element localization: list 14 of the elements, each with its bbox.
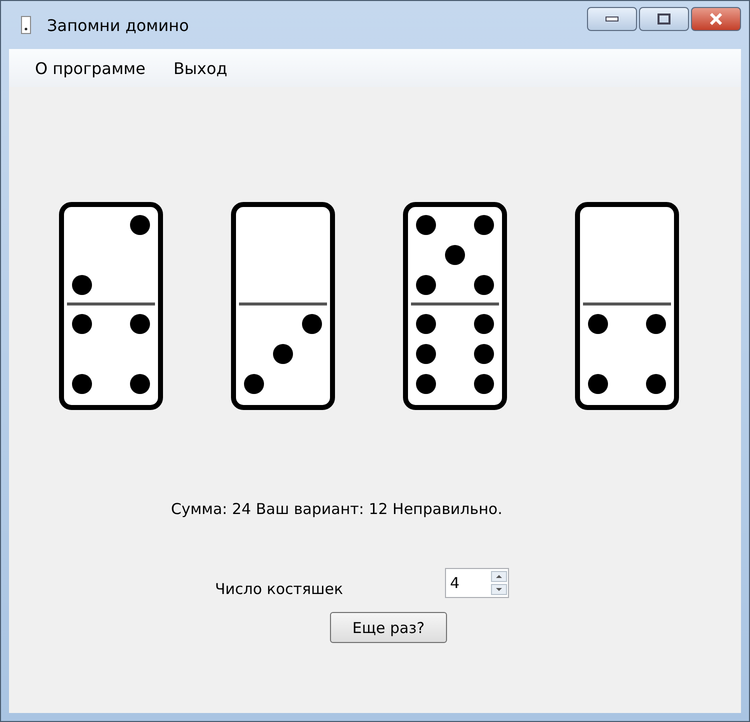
menu-item[interactable]: О программе bbox=[23, 54, 158, 82]
close-icon bbox=[708, 13, 724, 25]
tile-count-spinner[interactable]: 4 bbox=[445, 568, 509, 598]
result-text: Сумма: 24 Ваш вариант: 12 Неправильно. bbox=[171, 500, 504, 518]
menu-item[interactable]: Выход bbox=[161, 54, 240, 82]
app-icon bbox=[21, 16, 31, 34]
maximize-button[interactable] bbox=[639, 7, 689, 31]
window-title: Запомни домино bbox=[47, 16, 189, 34]
minimize-icon bbox=[605, 16, 619, 22]
minimize-button[interactable] bbox=[587, 7, 637, 31]
close-button[interactable] bbox=[691, 7, 741, 31]
tile-count-label: Число костяшек bbox=[215, 580, 344, 598]
retry-button[interactable]: Еще раз? bbox=[330, 612, 447, 643]
maximize-icon bbox=[657, 13, 671, 25]
